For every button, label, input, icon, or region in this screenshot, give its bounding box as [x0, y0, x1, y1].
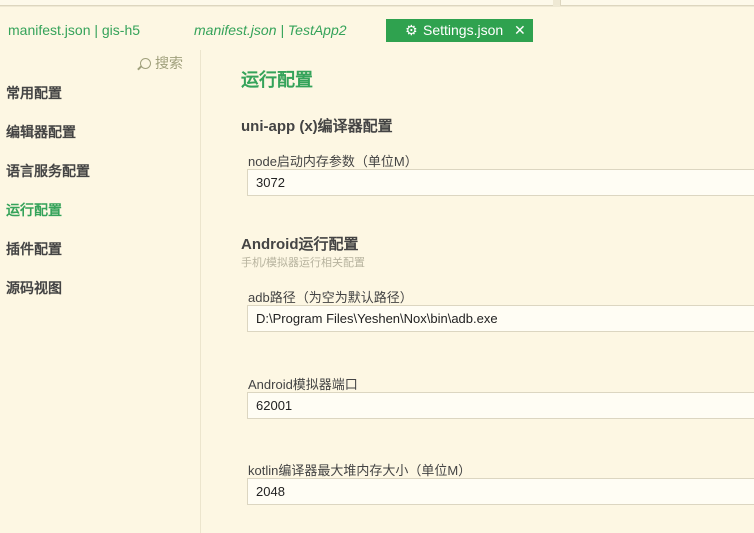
kotlin-heap-label: kotlin编译器最大堆内存大小（单位M） [248, 463, 472, 478]
tab-settings-label: Settings.json [423, 22, 504, 38]
adb-path-input[interactable] [247, 305, 754, 332]
top-panel-right [560, 0, 754, 6]
emulator-port-label: Android模拟器端口 [248, 377, 358, 392]
top-panel-left [0, 0, 553, 6]
search-icon [140, 58, 151, 69]
sidebar-item-plugins[interactable]: 插件配置 [6, 239, 62, 259]
page-title: 运行配置 [241, 70, 313, 90]
kotlin-heap-input[interactable] [247, 478, 754, 505]
node-memory-label: node启动内存参数（单位M） [248, 154, 418, 169]
top-divider [0, 0, 754, 7]
section-title-android-run: Android运行配置 [241, 236, 359, 253]
tab-settings-json[interactable]: ⚙ Settings.json ✕ [386, 19, 533, 42]
settings-sidebar: 搜索 常用配置 编辑器配置 语言服务配置 运行配置 插件配置 源码视图 [0, 50, 201, 533]
gear-icon: ⚙ [405, 22, 418, 38]
node-memory-input[interactable] [247, 169, 754, 196]
emulator-port-input[interactable] [247, 392, 754, 419]
close-icon[interactable]: ✕ [514, 19, 526, 42]
section-title-uniapp-compiler: uni-app (x)编译器配置 [241, 118, 393, 135]
sidebar-item-editor[interactable]: 编辑器配置 [6, 122, 76, 142]
tab-bar: manifest.json | gis-h5 manifest.json | T… [0, 0, 754, 50]
sidebar-item-common[interactable]: 常用配置 [6, 83, 62, 103]
sidebar-item-run[interactable]: 运行配置 [6, 200, 62, 220]
search-button[interactable]: 搜索 [140, 53, 183, 73]
adb-path-label: adb路径（为空为默认路径） [248, 290, 413, 305]
tab-manifest-testapp2[interactable]: manifest.json | TestApp2 [194, 19, 347, 42]
search-label: 搜索 [155, 55, 183, 71]
sidebar-item-source-view[interactable]: 源码视图 [6, 278, 62, 298]
settings-main: 运行配置 uni-app (x)编译器配置 node启动内存参数（单位M） An… [201, 50, 754, 533]
sidebar-item-language-service[interactable]: 语言服务配置 [6, 161, 90, 181]
section-subtitle-android-run: 手机/模拟器运行相关配置 [241, 257, 366, 269]
tab-manifest-gis-h5[interactable]: manifest.json | gis-h5 [8, 19, 140, 42]
